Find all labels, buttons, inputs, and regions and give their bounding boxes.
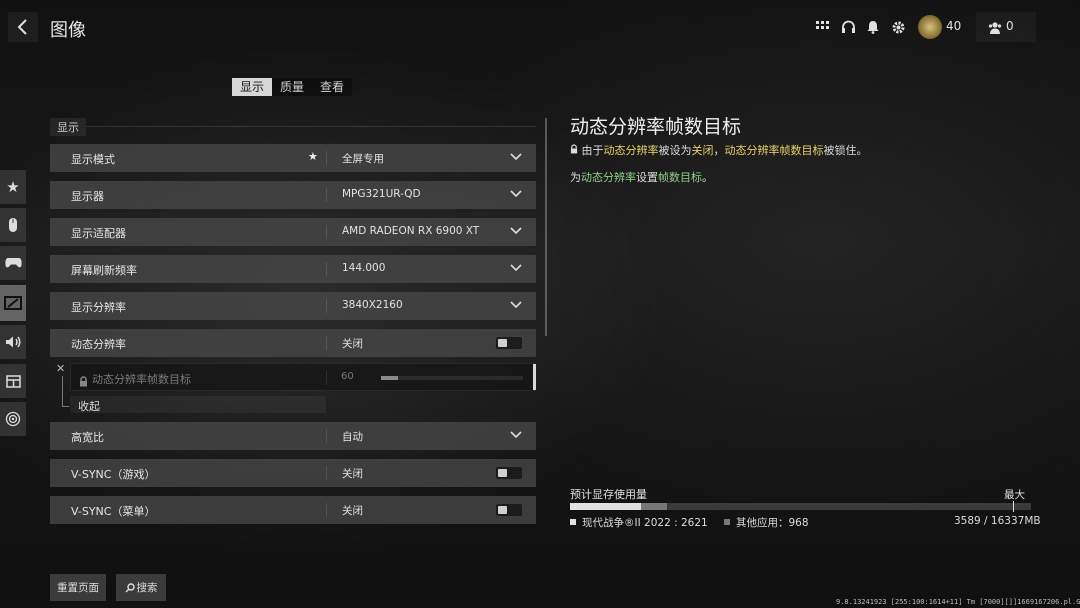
favorite-star-icon[interactable]: ★ [308, 150, 318, 163]
collapse-button[interactable]: 收起 [70, 396, 326, 413]
search-label: 搜索 [136, 582, 158, 594]
toggle-switch[interactable] [496, 337, 522, 349]
setting-vsync-game[interactable]: V-SYNC（游戏） 关闭 [50, 459, 536, 487]
vram-legend-game: 现代战争®II 2022 : 2621 [570, 515, 708, 530]
setting-value: AMD RADEON RX 6900 XT [342, 225, 480, 237]
currency-icon[interactable] [918, 15, 942, 39]
toggle-switch[interactable] [496, 504, 522, 516]
chevron-left-icon [17, 19, 27, 35]
setting-display-mode[interactable]: 显示模式 ★ 全屏专用 [50, 144, 536, 172]
setting-label: 显示适配器 [71, 227, 126, 240]
rail-controller[interactable] [0, 246, 26, 280]
rail-mouse[interactable] [0, 208, 26, 242]
setting-label: 动态分辨率 [71, 338, 126, 351]
setting-label: 屏幕刷新频率 [71, 264, 137, 277]
rail-audio[interactable] [0, 325, 26, 359]
rail-network[interactable] [0, 402, 26, 436]
tree-connector [62, 376, 69, 407]
setting-monitor[interactable]: 显示器 MPG321UR-QD [50, 181, 536, 209]
build-info: 9.8.13241923 [255:100:1614+11] Tm [7000]… [836, 598, 1080, 606]
tab-quality[interactable]: 质量 [272, 78, 312, 96]
reset-page-button[interactable]: 重置页面 [50, 574, 106, 601]
vram-max-label: 最大 [1004, 489, 1025, 501]
gear-icon[interactable] [889, 18, 907, 36]
chevron-down-icon [510, 153, 522, 161]
search-icon [124, 582, 135, 593]
search-button[interactable]: 搜索 [116, 574, 166, 601]
settings-tabs: 显示 质量 查看 [232, 78, 353, 96]
setting-refresh-rate[interactable]: 屏幕刷新频率 144.000 [50, 255, 536, 283]
mouse-icon [9, 218, 17, 232]
vram-game-fill [570, 503, 642, 510]
setting-value: 144.000 [342, 262, 386, 274]
vram-other-fill [641, 503, 668, 510]
section-label: 显示 [50, 118, 86, 136]
gamepad-icon [4, 258, 22, 268]
setting-label: V-SYNC（游戏） [71, 468, 156, 481]
grid-icon[interactable] [814, 18, 832, 36]
rail-graphics[interactable] [0, 285, 26, 321]
setting-dynamic-resolution[interactable]: 动态分辨率 关闭 [50, 329, 536, 357]
setting-label: 高宽比 [71, 431, 104, 444]
star-icon: ★ [6, 178, 20, 196]
friends-icon [988, 20, 1002, 39]
setting-label: 显示分辨率 [71, 301, 126, 314]
setting-value: 关闭 [342, 338, 363, 350]
setting-value: MPG321UR-QD [342, 188, 421, 200]
setting-display-adapter[interactable]: 显示适配器 AMD RADEON RX 6900 XT [50, 218, 536, 246]
setting-label: 动态分辨率帧数目标 [92, 373, 191, 386]
info-title: 动态分辨率帧数目标 [570, 116, 742, 138]
headset-icon[interactable] [839, 18, 857, 36]
setting-resolution[interactable]: 显示分辨率 3840X2160 [50, 292, 536, 320]
setting-label: 显示器 [71, 190, 104, 203]
display-icon [4, 296, 22, 310]
vram-title: 预计显存使用量 [570, 488, 647, 501]
vram-legend-other: 其他应用：968 [724, 515, 809, 530]
page-title: 图像 [50, 20, 86, 41]
setting-vsync-menu[interactable]: V-SYNC（菜单） 关闭 [50, 496, 536, 524]
chevron-down-icon [510, 301, 522, 309]
chevron-down-icon [510, 431, 522, 439]
chevron-down-icon [510, 264, 522, 272]
friends-count: 0 [1006, 19, 1014, 33]
setting-label: V-SYNC（菜单） [71, 505, 156, 518]
bell-icon[interactable] [864, 18, 882, 36]
setting-value: 全屏专用 [342, 153, 384, 165]
lock-icon [79, 372, 88, 391]
chevron-down-icon [510, 227, 522, 235]
rail-interface[interactable] [0, 364, 26, 398]
speaker-icon [5, 336, 20, 348]
scrollbar[interactable] [545, 118, 547, 336]
setting-value: 关闭 [342, 505, 363, 517]
rail-favorites[interactable]: ★ [0, 170, 26, 204]
tab-view[interactable]: 查看 [312, 78, 352, 96]
toggle-switch[interactable] [496, 467, 522, 479]
lock-icon [570, 144, 578, 157]
setting-dynamic-resolution-target[interactable]: 动态分辨率帧数目标 60 [70, 363, 536, 391]
setting-value: 3840X2160 [342, 299, 403, 311]
back-button[interactable] [8, 12, 38, 42]
setting-value: 60 [341, 371, 354, 382]
setting-value: 自动 [342, 431, 363, 443]
close-icon[interactable]: ✕ [56, 362, 65, 375]
currency-count: 40 [946, 19, 962, 33]
setting-aspect-ratio[interactable]: 高宽比 自动 [50, 422, 536, 450]
info-description: 为动态分辨率设置帧数目标。 [570, 171, 713, 184]
interface-icon [5, 374, 21, 388]
info-lock-reason: 由于动态分辨率被设为关闭，动态分辨率帧数目标被锁住。 [570, 142, 868, 158]
section-divider [86, 126, 536, 127]
vram-max-marker [1013, 501, 1014, 512]
friends-button[interactable]: 0 [976, 12, 1036, 42]
frame-target-slider[interactable] [381, 376, 523, 380]
network-icon [5, 411, 21, 427]
top-bar: 40 0 [812, 12, 1036, 42]
setting-value: 关闭 [342, 468, 363, 480]
setting-label: 显示模式 [71, 153, 115, 166]
vram-total: 3589 / 16337MB [954, 515, 1041, 527]
chevron-down-icon [510, 190, 522, 198]
tab-display[interactable]: 显示 [232, 78, 273, 96]
collapse-label: 收起 [78, 400, 100, 413]
vram-usage-bar [570, 501, 1031, 512]
